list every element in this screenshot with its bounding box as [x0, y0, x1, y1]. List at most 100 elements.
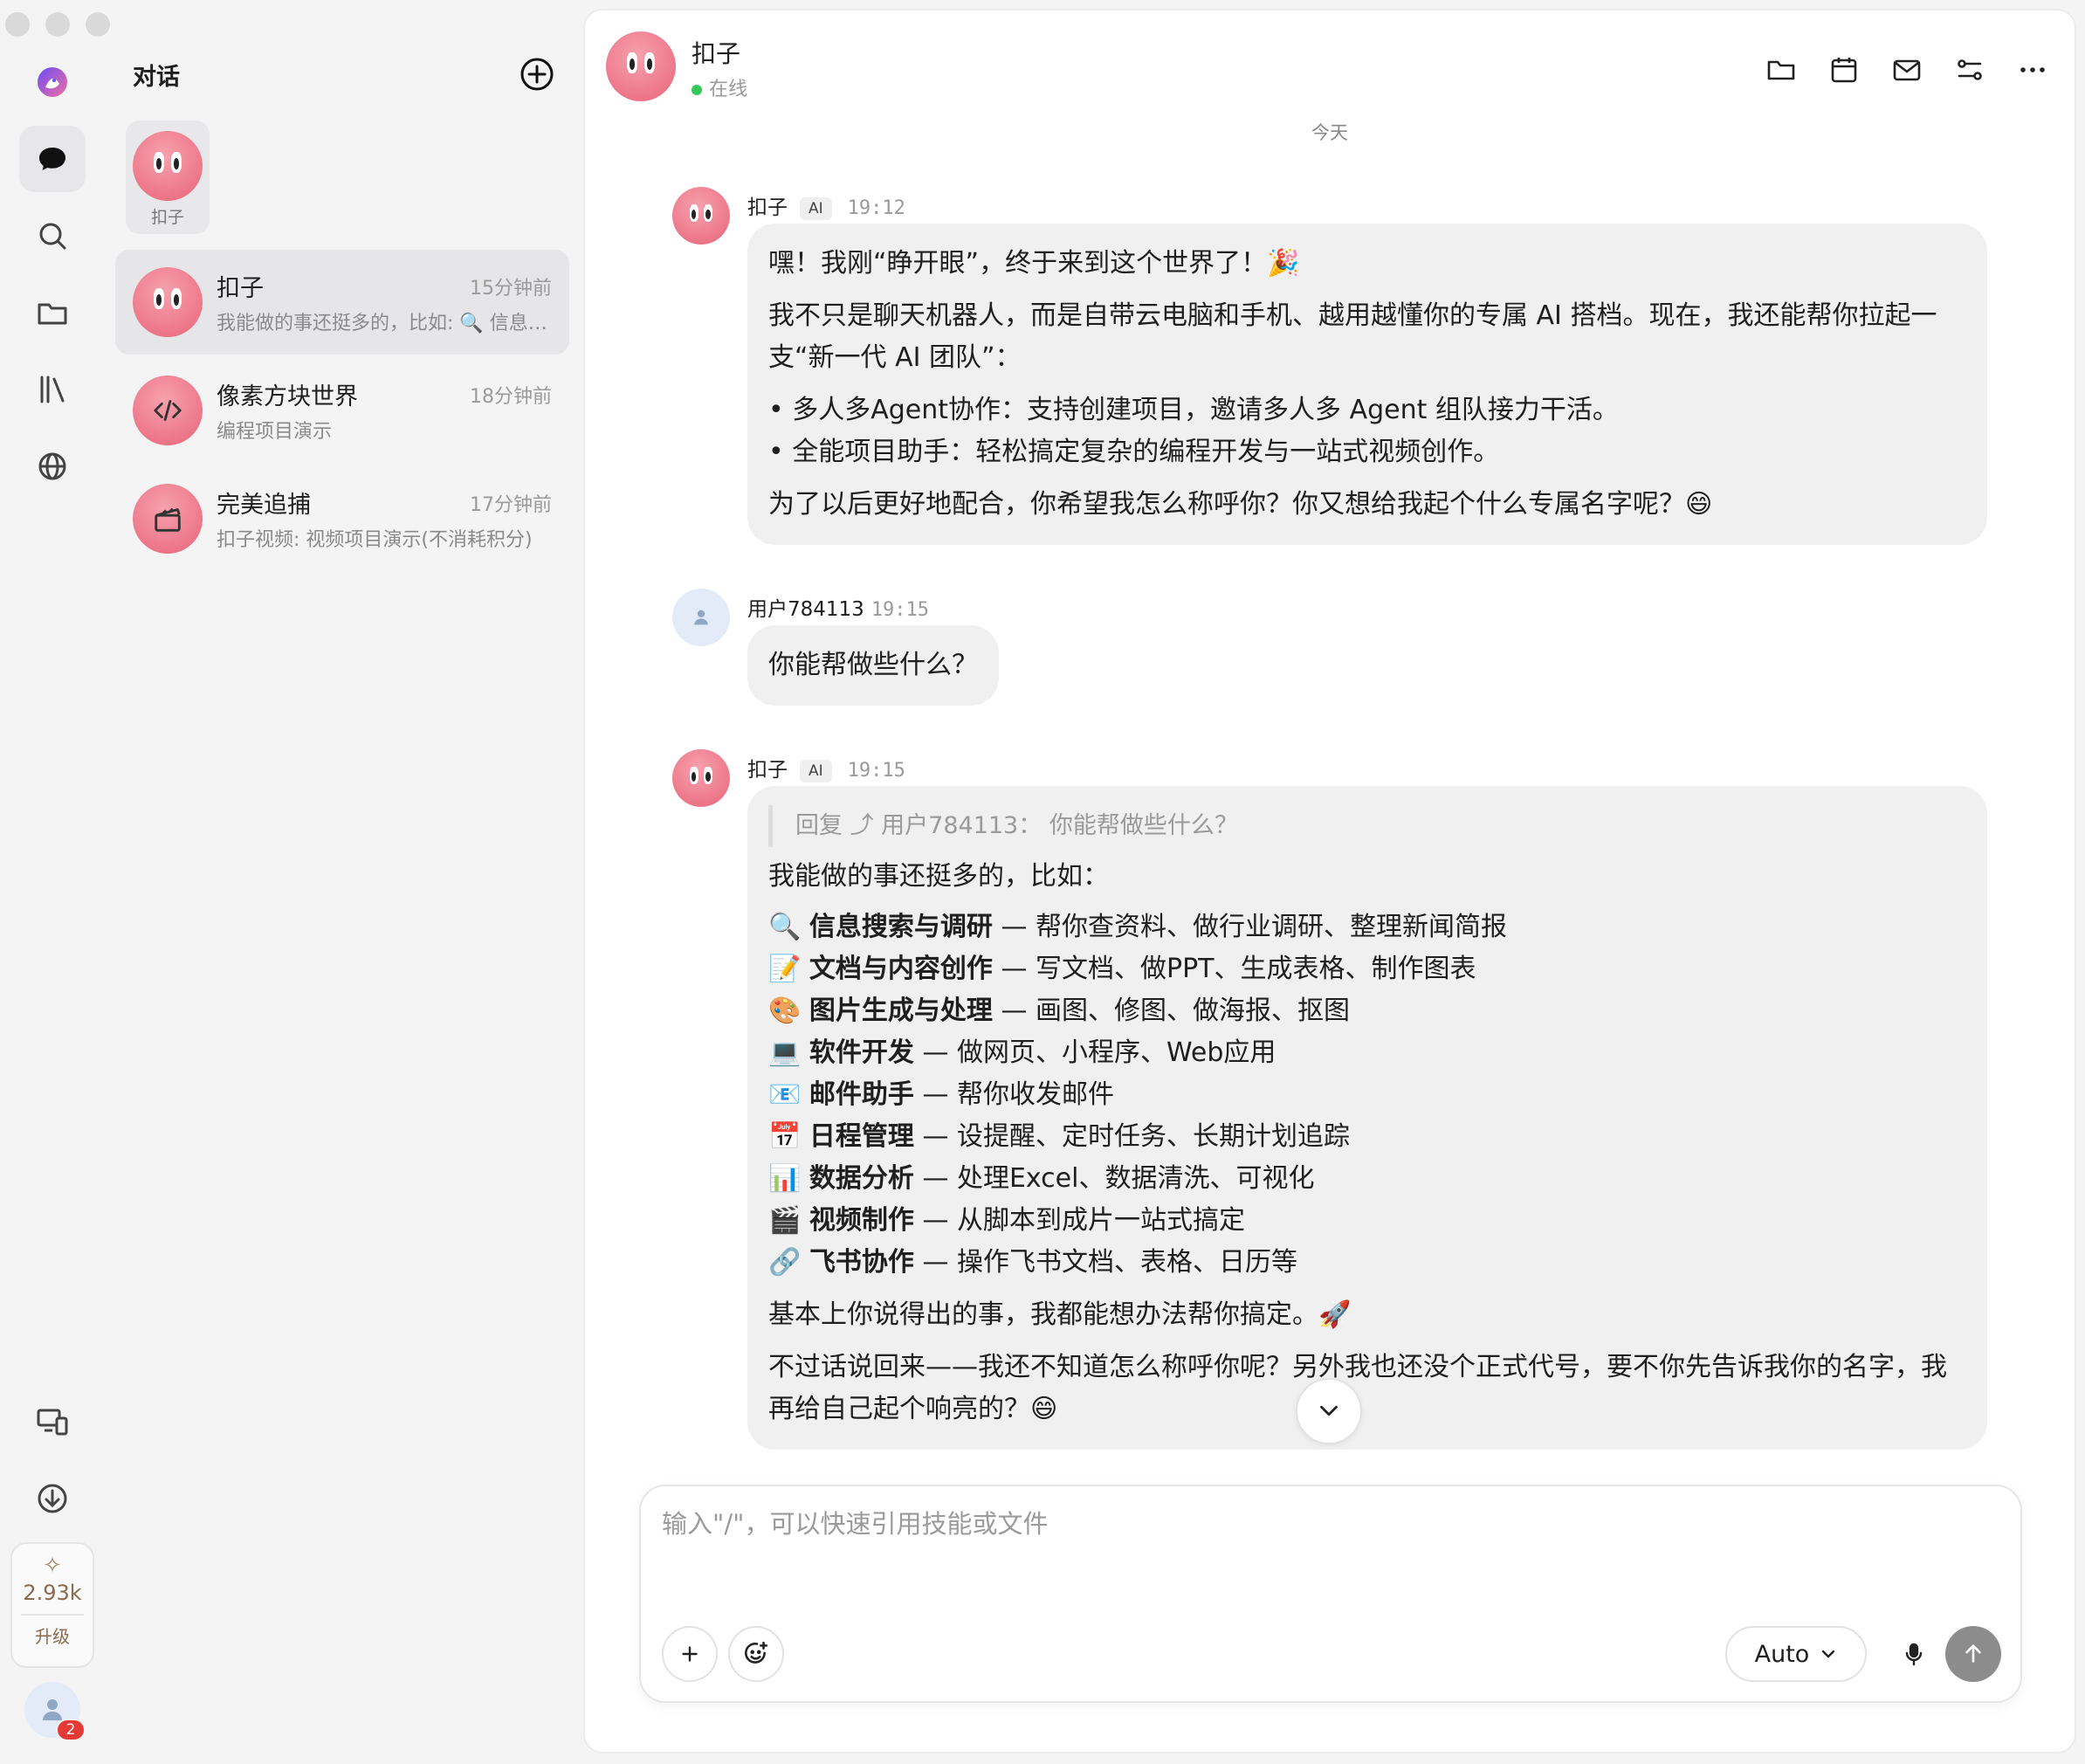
conversation-name: 完美追捕 [217, 492, 311, 519]
chevron-down-icon [1320, 1405, 1338, 1416]
nav-explore[interactable] [19, 433, 86, 500]
capability-title: 文档与内容创作 [809, 954, 993, 984]
voice-input-button[interactable] [1893, 1633, 1935, 1675]
app-logo-icon [38, 67, 67, 97]
message-avatar[interactable] [672, 749, 730, 807]
more-icon[interactable] [2017, 54, 2048, 86]
message-line: • 多人多Agent协作：支持创建项目，邀请多人多 Agent 组队接力干活。 [768, 395, 1619, 425]
globe-icon [38, 452, 66, 480]
pinned-agent[interactable]: 扣子 [126, 121, 210, 234]
nav-files[interactable] [19, 279, 86, 346]
credits-panel[interactable]: ✧ 2.93k 升级 [10, 1542, 94, 1668]
arrow-up-icon [1965, 1644, 1981, 1663]
user-avatar[interactable]: 2 [24, 1682, 86, 1741]
capability-title: 软件开发 [809, 1037, 914, 1068]
header-avatar[interactable] [606, 31, 676, 101]
nav-download[interactable] [19, 1465, 86, 1532]
folder-icon[interactable] [1765, 54, 1797, 86]
message-time: 19:15 [870, 599, 930, 621]
new-chat-button[interactable] [519, 56, 555, 93]
emoji-button[interactable] [728, 1626, 784, 1682]
mail-icon[interactable] [1891, 54, 1923, 86]
sender-name: 用户784113 [747, 598, 864, 621]
model-label: Auto [1754, 1640, 1810, 1668]
capability-icon: 🔗 [768, 1247, 802, 1278]
message-text: 你能帮做些什么？ [768, 650, 978, 680]
conversation-name: 扣子 [217, 275, 264, 302]
workflow-icon[interactable] [1954, 54, 1985, 86]
sparkle-icon: ✧ [43, 1553, 62, 1579]
capability-title: 图片生成与处理 [809, 996, 993, 1026]
date-divider: 今天 [1311, 122, 1348, 143]
scroll-to-bottom-button[interactable] [1296, 1378, 1362, 1444]
capability-item: 🔗 飞书协作 — 操作飞书文档、表格、日历等 [768, 1242, 1966, 1284]
capability-icon: 📝 [768, 954, 802, 984]
capability-icon: 📅 [768, 1121, 802, 1152]
conversation-preview: 编程项目演示 [217, 421, 333, 443]
model-selector[interactable]: Auto [1725, 1626, 1867, 1682]
chat-bubble-icon [39, 148, 65, 170]
message-time: 19:12 [847, 197, 905, 219]
nav-search[interactable] [19, 203, 86, 269]
nav-devices[interactable] [19, 1388, 86, 1455]
download-icon [38, 1484, 67, 1513]
message-meta: 扣子 AI 19:12 [747, 190, 905, 220]
conversation-time: 18分钟前 [470, 386, 552, 408]
message-line: 嘿！我刚“睁开眼”，终于来到这个世界了！🎉 [768, 248, 1300, 279]
capability-title: 信息搜索与调研 [809, 912, 993, 942]
chat-panel: 扣子 在线 今天 扣子 AI 19:12 嘿！我刚“睁开眼”，终于来到这个世界了！🎉… [583, 9, 2076, 1754]
calendar-icon[interactable] [1828, 54, 1860, 86]
attach-button[interactable] [662, 1626, 718, 1682]
capability-desc: — 帮你收发邮件 [913, 1079, 1114, 1110]
conversation-time: 15分钟前 [470, 278, 552, 300]
app-logo[interactable] [19, 49, 86, 115]
message-line: • 全能项目助手：轻松搞定复杂的编程开发与一站式视频创作。 [768, 437, 1500, 467]
sender-name: 扣子 [747, 759, 788, 782]
chat-title: 扣子 [692, 39, 741, 68]
message-avatar[interactable] [672, 589, 730, 646]
capability-title: 邮件助手 [809, 1079, 914, 1110]
microphone-icon [1905, 1643, 1923, 1666]
send-button[interactable] [1945, 1626, 2001, 1682]
header-toolbar [1765, 54, 2048, 86]
conversation-item[interactable]: 完美追捕 17分钟前 扣子视频: 视频项目演示(不消耗积分) [115, 466, 569, 571]
capability-title: 日程管理 [809, 1121, 914, 1152]
capability-item: 🎬 视频制作 — 从脚本到成片一站式搞定 [768, 1200, 1966, 1242]
message-meta: 用户784113 19:15 [747, 592, 929, 622]
capability-desc: — 画图、修图、做海报、抠图 [992, 996, 1350, 1026]
sender-name: 扣子 [747, 196, 788, 219]
kouzi-avatar [133, 131, 203, 201]
message-line: 为了以后更好地配合，你希望我怎么称呼你？你又想给我起个什么专属名字呢？😄 [768, 489, 1713, 520]
message-avatar[interactable] [672, 187, 730, 245]
chevron-down-icon [1822, 1650, 1835, 1658]
message-meta: 扣子 AI 19:15 [747, 753, 905, 782]
capability-title: 视频制作 [809, 1205, 914, 1236]
capability-item: 📝 文档与内容创作 — 写文档、做PPT、生成表格、制作图表 [768, 948, 1966, 990]
search-icon [39, 223, 66, 250]
folder-icon [38, 303, 67, 325]
capability-desc: — 做网页、小程序、Web应用 [913, 1037, 1276, 1068]
capability-title: 飞书协作 [809, 1247, 914, 1278]
capability-item: 📊 数据分析 — 处理Excel、数据清洗、可视化 [768, 1158, 1966, 1200]
capability-item: 💻 软件开发 — 做网页、小程序、Web应用 [768, 1032, 1966, 1074]
code-icon [154, 400, 182, 421]
capability-icon: 📧 [768, 1079, 802, 1110]
message-bubble: 回复 ⤴ 用户784113： 你能帮做些什么？ 我能做的事还挺多的，比如： 🔍 … [747, 786, 1987, 1450]
reply-quote[interactable]: 回复 ⤴ 用户784113： 你能帮做些什么？ [768, 805, 1966, 847]
capability-icon: 🎬 [768, 1205, 802, 1236]
plus-icon [682, 1646, 698, 1662]
conversation-item[interactable]: 扣子 15分钟前 我能做的事还挺多的，比如: 🔍 信息搜索与调研 [115, 250, 569, 355]
devices-icon [37, 1409, 68, 1436]
upgrade-button[interactable]: 升级 [12, 1623, 93, 1648]
capability-title: 数据分析 [809, 1163, 914, 1194]
pinned-agent-label: 扣子 [150, 208, 184, 227]
conversation-time: 17分钟前 [470, 494, 552, 516]
conversation-item[interactable]: 像素方块世界 18分钟前 编程项目演示 [115, 358, 569, 463]
nav-chat[interactable] [19, 126, 86, 192]
capability-item: 🔍 信息搜索与调研 — 帮你查资料、做行业调研、整理新闻简报 [768, 906, 1966, 948]
online-status: 在线 [692, 73, 747, 101]
ai-badge: AI [800, 196, 832, 220]
nav-library[interactable] [19, 356, 86, 423]
capability-icon: 🔍 [768, 912, 802, 942]
message-input[interactable] [662, 1509, 1971, 1539]
